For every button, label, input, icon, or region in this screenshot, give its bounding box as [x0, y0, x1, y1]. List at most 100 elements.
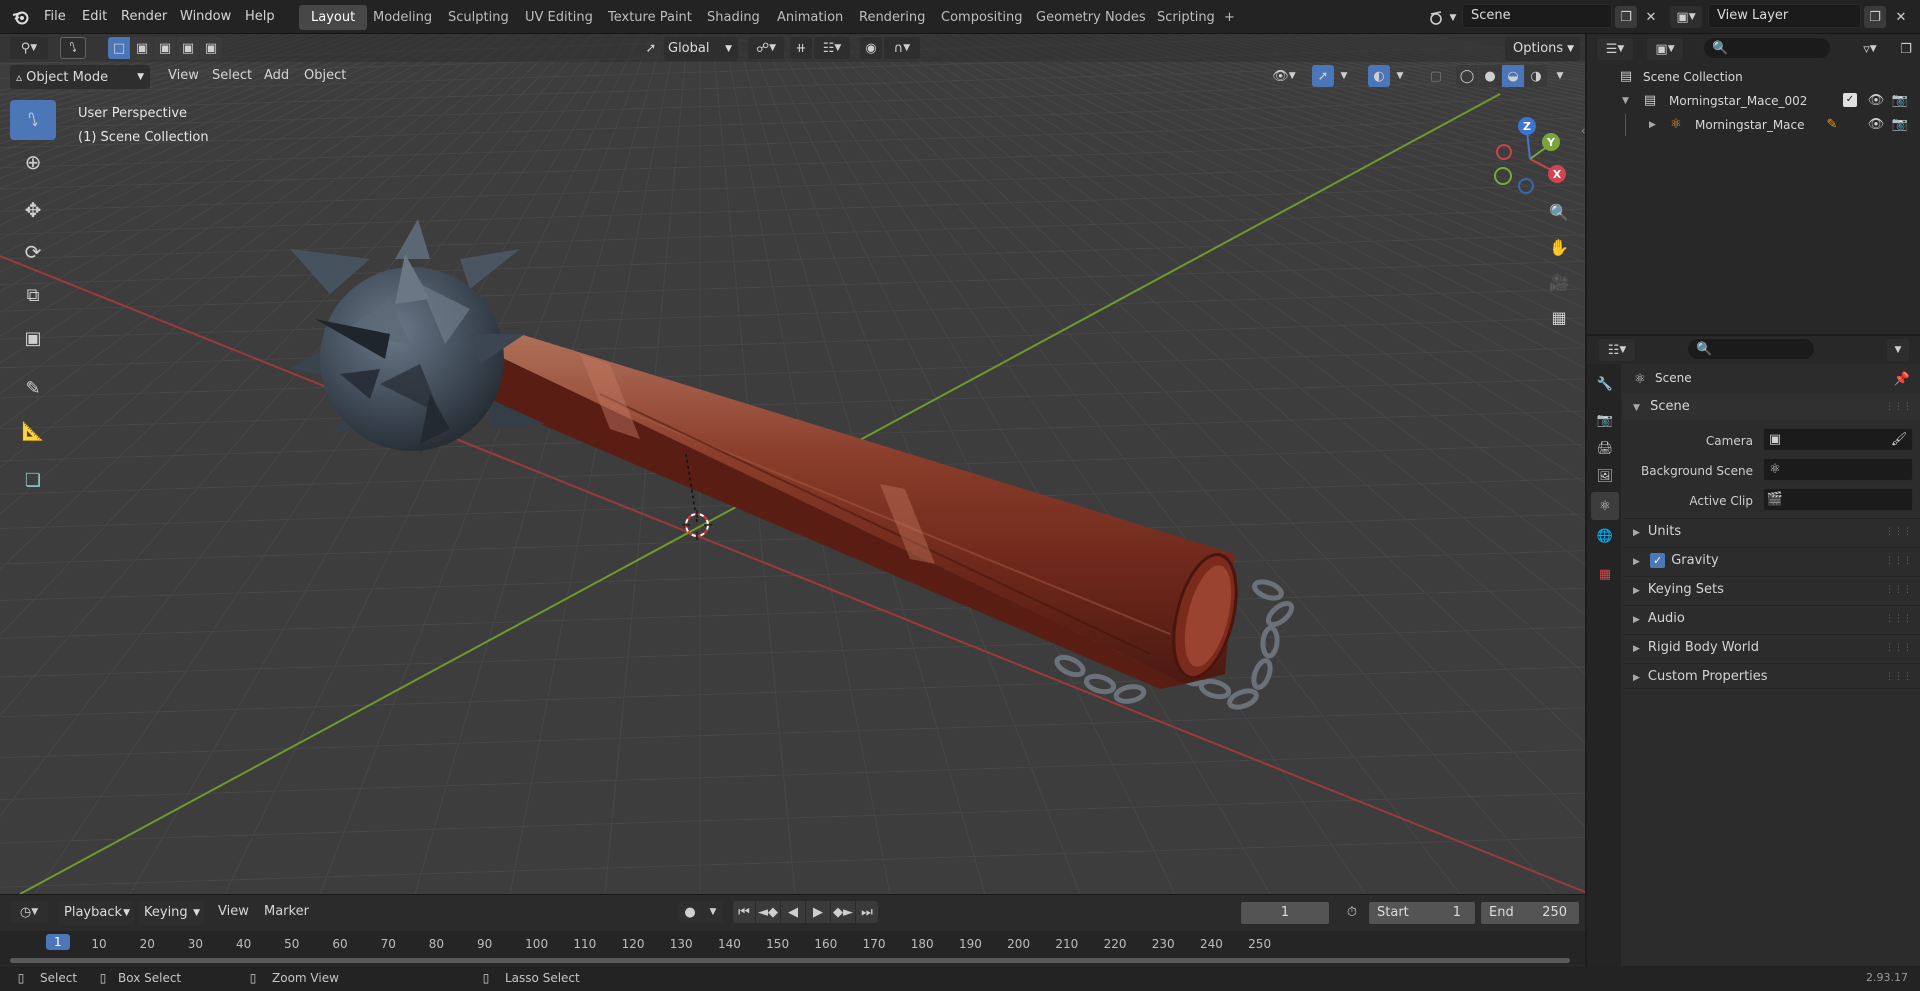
- zoom-view-icon[interactable]: 🔍: [1545, 198, 1573, 226]
- jump-start-icon[interactable]: ⏮: [733, 901, 755, 923]
- rigid-body-world-panel-header[interactable]: ▶ Rigid Body World ⋮⋮⋮: [1623, 634, 1920, 660]
- camera-view-icon[interactable]: 🎥: [1545, 268, 1573, 296]
- scene-name-field[interactable]: Scene: [1462, 4, 1612, 28]
- select-extend-icon[interactable]: ▣: [131, 37, 153, 59]
- exclude-checkbox-icon[interactable]: ✓: [1843, 93, 1857, 107]
- rotate-tool-icon[interactable]: ⟳: [10, 234, 56, 270]
- annotate-tool-icon[interactable]: ✎: [10, 370, 56, 406]
- tab-uv-editing[interactable]: UV Editing: [513, 5, 605, 30]
- eye-icon[interactable]: 👁: [1867, 92, 1885, 110]
- tab-shading[interactable]: Shading: [695, 5, 772, 30]
- next-keyframe-icon[interactable]: ◆►: [831, 901, 855, 923]
- custom-properties-panel-header[interactable]: ▶ Custom Properties ⋮⋮⋮: [1623, 663, 1920, 689]
- timeline-menu-view[interactable]: View: [210, 901, 257, 923]
- properties-editor-type-icon[interactable]: ☷ ▼: [1599, 339, 1635, 361]
- proportional-edit-icon[interactable]: ◉: [860, 37, 882, 59]
- render-camera-icon[interactable]: 📷: [1891, 116, 1909, 134]
- audio-panel-header[interactable]: ▶ Audio ⋮⋮⋮: [1623, 605, 1920, 631]
- background-scene-field[interactable]: [1763, 458, 1913, 481]
- menu-edit[interactable]: Edit: [74, 6, 115, 28]
- orientation-dropdown[interactable]: Global ▼: [664, 37, 738, 61]
- gizmo-toggle-icon[interactable]: ➚: [1312, 65, 1334, 87]
- jump-end-icon[interactable]: ⏭: [856, 901, 878, 923]
- mode-dropdown[interactable]: ▵ Object Mode ▼: [10, 65, 150, 89]
- menu-window[interactable]: Window: [172, 6, 239, 28]
- scene-panel-header[interactable]: ▼ Scene ⋮⋮⋮: [1623, 394, 1920, 420]
- frame-start-field[interactable]: Start 1: [1368, 901, 1476, 925]
- new-scene-icon[interactable]: ❐: [1615, 6, 1637, 28]
- eyedropper-icon[interactable]: 🖌: [1891, 431, 1908, 447]
- visibility-icon[interactable]: 👁 ▼: [1266, 65, 1302, 87]
- playback-menu[interactable]: Playback ▼: [58, 901, 134, 925]
- expand-toggle-icon[interactable]: ▼: [1622, 90, 1629, 112]
- gravity-checkbox[interactable]: ✓: [1650, 553, 1666, 568]
- scene-tab-icon[interactable]: ⚛: [1591, 492, 1619, 520]
- scene-icon[interactable]: ▼: [1424, 8, 1460, 28]
- view-layer-field[interactable]: View Layer: [1708, 4, 1861, 28]
- tab-sculpting[interactable]: Sculpting: [436, 5, 521, 30]
- xray-icon[interactable]: ▢: [1425, 65, 1447, 87]
- tab-texture-paint[interactable]: Texture Paint: [596, 5, 704, 30]
- transform-orientation-icon[interactable]: ➚: [640, 37, 662, 59]
- cursor-tool-icon[interactable]: ⊕: [10, 144, 56, 180]
- snap-target-icon[interactable]: ☷ ▼: [814, 37, 850, 59]
- filter-icon[interactable]: ▿ ▼: [1853, 38, 1887, 60]
- view-layer-icon[interactable]: ▣ ▼: [1670, 6, 1702, 28]
- pin-icon[interactable]: 📌: [1893, 370, 1911, 388]
- 3d-cursor[interactable]: [682, 510, 712, 540]
- menu-file[interactable]: File: [36, 6, 74, 28]
- pan-view-icon[interactable]: ✋: [1545, 233, 1573, 261]
- perspective-toggle-icon[interactable]: ▦: [1545, 303, 1573, 331]
- tab-geometry-nodes[interactable]: Geometry Nodes: [1024, 5, 1158, 30]
- falloff-icon[interactable]: ∩ ▼: [884, 37, 920, 59]
- overlays-dropdown-icon[interactable]: ▼: [1392, 65, 1408, 87]
- navigation-gizmo[interactable]: Z Y X: [1480, 104, 1580, 204]
- keying-sets-panel-header[interactable]: ▶ Keying Sets ⋮⋮⋮: [1623, 576, 1920, 602]
- keying-set-dropdown-icon[interactable]: ▼: [703, 901, 723, 923]
- timeline-menu-marker[interactable]: Marker: [256, 901, 317, 923]
- play-icon[interactable]: ▶: [806, 901, 830, 923]
- current-frame-marker[interactable]: 1: [46, 934, 70, 950]
- tab-animation[interactable]: Animation: [765, 5, 855, 30]
- add-workspace-button[interactable]: +: [1218, 5, 1241, 30]
- timeline-editor-type-icon[interactable]: ◷ ▼: [10, 901, 48, 923]
- gizmo-dropdown-icon[interactable]: ▼: [1336, 65, 1352, 87]
- editor-type-icon[interactable]: ⚲ ▼: [10, 37, 48, 59]
- timeline-scrollbar[interactable]: [10, 958, 1570, 963]
- expand-toggle-icon[interactable]: ▶: [1649, 114, 1656, 136]
- tab-layout[interactable]: Layout: [299, 5, 368, 30]
- output-tab-icon[interactable]: 🖨: [1593, 436, 1617, 460]
- outliner-editor-type-icon[interactable]: ☰ ▼: [1597, 38, 1633, 60]
- properties-options-icon[interactable]: ▼: [1887, 339, 1909, 361]
- frame-end-field[interactable]: End 250: [1480, 901, 1580, 925]
- close-scene-icon[interactable]: ✕: [1640, 6, 1662, 28]
- measure-tool-icon[interactable]: 📐: [10, 413, 56, 449]
- scale-tool-icon[interactable]: ⧉: [10, 277, 56, 313]
- gravity-panel-header[interactable]: ▶ ✓ Gravity ⋮⋮⋮: [1623, 547, 1920, 573]
- armature-data-icon[interactable]: ✎: [1823, 116, 1841, 134]
- pivot-point-icon[interactable]: ☍ ▼: [748, 37, 784, 59]
- tab-modeling[interactable]: Modeling: [361, 5, 444, 30]
- eye-icon[interactable]: 👁: [1867, 116, 1885, 134]
- add-cube-tool-icon[interactable]: ❏: [10, 462, 56, 498]
- display-mode-icon[interactable]: ▣ ▼: [1647, 38, 1683, 60]
- new-view-layer-icon[interactable]: ❐: [1864, 6, 1886, 28]
- blender-logo-icon[interactable]: [12, 9, 30, 25]
- tab-scripting[interactable]: Scripting: [1145, 5, 1227, 30]
- world-tab-icon[interactable]: 🌐: [1593, 524, 1617, 548]
- preview-range-icon[interactable]: ⏱: [1340, 901, 1364, 923]
- select-box-tool-icon[interactable]: ⭛: [10, 100, 56, 140]
- viewport-menu-add[interactable]: Add: [256, 65, 297, 87]
- wireframe-shading-icon[interactable]: ◯: [1456, 65, 1478, 87]
- solid-shading-icon[interactable]: ●: [1479, 65, 1501, 87]
- close-view-layer-icon[interactable]: ✕: [1890, 6, 1912, 28]
- auto-keying-icon[interactable]: ●: [678, 901, 702, 923]
- tool-tab-icon[interactable]: 🔧: [1593, 372, 1617, 396]
- material-shading-icon[interactable]: ◒: [1502, 65, 1524, 87]
- tab-compositing[interactable]: Compositing: [929, 5, 1035, 30]
- 3d-viewport[interactable]: ⚲ ▼ ⭛ □ ▣ ▣ ▣ ▣ ➚ Global ▼ ☍ ▼ ⧺ ☷ ▼ ◉ ∩ ▼ Op…: [0, 34, 1585, 894]
- shading-dropdown-icon[interactable]: ▼: [1552, 65, 1568, 87]
- current-frame-field[interactable]: 1: [1240, 901, 1330, 925]
- outliner-search-field[interactable]: 🔍: [1703, 37, 1831, 59]
- viewport-menu-select[interactable]: Select: [204, 65, 260, 87]
